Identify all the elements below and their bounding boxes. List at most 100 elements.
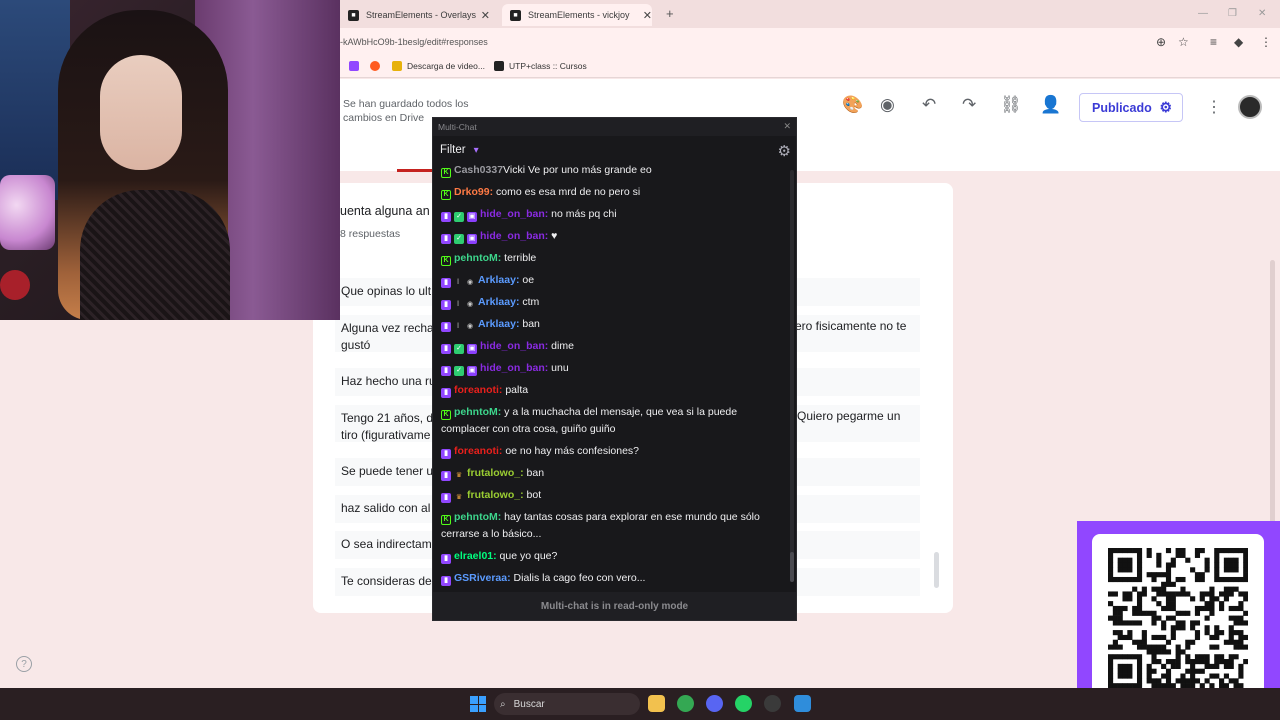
gear-icon[interactable]: ⚙ [778,142,791,160]
qr-module [1136,678,1143,684]
chat-username[interactable]: hide_on_ban: [480,340,548,352]
qr-module [1228,663,1234,669]
chat-username[interactable]: elrael01: [454,550,497,562]
zoom-icon[interactable]: ⊕ [1156,35,1166,49]
qr-module [1175,620,1181,626]
publish-button[interactable]: Publicado ⚙ [1079,93,1183,122]
close-icon[interactable]: ✕ [783,121,791,132]
chat-username[interactable]: Drko99: [454,186,493,198]
taskbar-search[interactable]: ⌕ Buscar [494,693,640,715]
chat-username[interactable]: foreanoti: [454,384,502,396]
chat-username[interactable]: pehntoM: [454,511,501,523]
account-avatar[interactable] [1238,95,1262,119]
qr-module [1223,586,1229,592]
qr-module [1127,596,1133,602]
qr-module [1112,548,1118,554]
qr-module [1190,668,1196,674]
qr-module [1151,572,1157,578]
chat-username[interactable]: hide_on_ban: [480,230,548,242]
qr-module [1209,596,1215,602]
qr-module [1151,610,1157,616]
close-tab-icon[interactable]: ✕ [481,9,490,22]
chat-username[interactable]: pehntoM: [454,252,501,264]
new-tab-button[interactable]: + [666,6,674,21]
chat-username[interactable]: hide_on_ban: [480,362,548,374]
kebab-menu-icon[interactable]: ⋮ [1260,35,1272,49]
qr-module [1127,673,1133,679]
qr-module [1136,596,1143,602]
url-text[interactable]: -kAWbHcO9b-1beslg/edit#responses [340,37,488,47]
qr-module [1209,673,1215,679]
redo-icon[interactable]: ↷ [962,95,976,115]
qr-module [1122,634,1128,641]
qr-module [1219,678,1225,684]
card-scrollbar[interactable] [934,552,939,588]
response-text: Te consideras de [341,574,432,588]
qr-module [1127,663,1133,669]
obs-icon[interactable] [764,695,781,712]
chat-scrollbar-thumb[interactable] [790,552,794,582]
playlist-icon[interactable]: ≡ [1210,35,1217,49]
tab-streamelements-overlays[interactable]: ■ StreamElements - Overlays ✕ [340,4,490,26]
streamelements-icon: ■ [510,9,521,21]
link-icon[interactable]: ⛓ [1000,95,1022,115]
chat-text: bot [523,489,542,501]
preview-eye-icon[interactable]: ◉ [880,95,895,115]
windows-start-icon[interactable] [470,696,486,712]
twitch-icon: ▮ [441,234,451,244]
undo-icon[interactable]: ↶ [922,95,936,115]
qr-module [1243,552,1248,558]
qr-module [1127,634,1133,641]
file-explorer-icon[interactable] [648,695,665,712]
add-collaborator-icon[interactable]: 👤 [1040,95,1061,115]
minimize-icon[interactable]: — [1198,8,1208,19]
chat-username[interactable]: pehntoM: [454,406,501,418]
chat-message: ▮ ✓ ▣ hide_on_ban: ♥ [441,228,781,245]
address-bar[interactable]: -kAWbHcO9b-1beslg/edit#responses ⊕ ☆ ≡ ◆… [340,28,1280,56]
close-tab-icon[interactable]: ✕ [643,9,652,22]
qr-module [1117,654,1123,660]
chat-username[interactable]: Cash0337 [454,164,503,176]
bookmark-orange[interactable] [370,61,385,71]
whatsapp-icon[interactable] [735,695,752,712]
more-options-icon[interactable]: ⋮ [1206,97,1222,117]
qr-module [1170,630,1176,636]
chat-scrollbar[interactable] [790,170,794,580]
maximize-icon[interactable]: ❐ [1228,8,1237,19]
qr-module [1194,605,1201,612]
qr-module [1175,678,1181,684]
chat-message-list: K Cash0337Vicki Ve por uno más grande eo K… [433,164,789,588]
qr-module [1151,654,1157,660]
palette-icon[interactable]: 🎨 [842,95,863,115]
chat-username[interactable]: frutalowo_: [467,489,524,501]
bookmark-descarga[interactable]: Descarga de video... [392,61,485,71]
qr-module [1180,649,1186,655]
crown-badge-icon: ♛ [455,494,463,501]
qr-module [1161,663,1167,669]
qr-module [1209,601,1215,607]
qr-module [1117,663,1123,669]
qr-module [1136,562,1143,568]
app-icon[interactable] [794,695,811,712]
qr-module [1180,673,1186,679]
bookmark-twitch[interactable] [349,61,364,71]
chrome-icon[interactable] [677,695,694,712]
extension-icon[interactable]: ◆ [1234,35,1243,49]
filter-dropdown[interactable]: Filter ▾ [440,144,479,156]
help-icon[interactable]: ? [16,656,32,672]
discord-icon[interactable] [706,695,723,712]
chat-username[interactable]: foreanoti: [454,445,502,457]
chat-username[interactable]: Arklaay: [478,274,519,286]
chat-username[interactable]: GSRiveraa: [454,572,511,584]
qr-module [1165,649,1172,655]
chat-username[interactable]: Arklaay: [478,318,519,330]
bookmark-star-icon[interactable]: ☆ [1178,35,1189,49]
chat-username[interactable]: frutalowo_: [467,467,524,479]
chat-username[interactable]: Arklaay: [478,296,519,308]
qr-module [1185,591,1191,597]
close-window-icon[interactable]: ✕ [1258,8,1266,19]
tab-streamelements-vickjoy[interactable]: ■ StreamElements - vickjoy ✕ [502,4,652,26]
chat-username[interactable]: hide_on_ban: [480,208,548,220]
bookmark-utp[interactable]: UTP+class :: Cursos [494,61,587,71]
qr-module [1151,620,1157,626]
